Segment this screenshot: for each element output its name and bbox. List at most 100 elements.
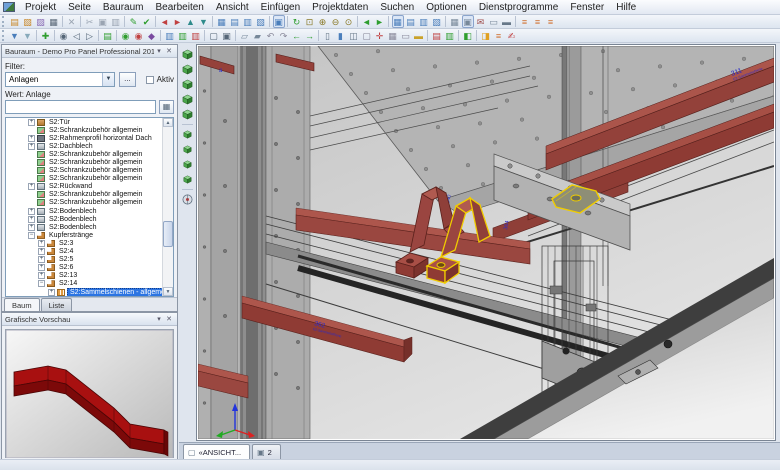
toolbar-layout-b-button[interactable]: ▤ (405, 15, 417, 28)
view-current-button[interactable] (181, 108, 194, 121)
tree-item[interactable]: S2:Schrankzubehör allgemein (6, 150, 162, 158)
toolbar-multi-2-button[interactable]: ▥ (444, 29, 456, 42)
toolbar-delete-page-button[interactable]: ▥ (190, 29, 202, 42)
toolbar-find-button[interactable]: ▢ (208, 29, 220, 42)
tree-item[interactable]: +S2:3 (6, 239, 162, 247)
toolbar-verify-button[interactable]: ✔ (141, 15, 153, 28)
toolbar-handle[interactable] (2, 16, 6, 27)
toolbar-zoom-fit-button[interactable]: ⊙ (343, 15, 355, 28)
toolbar-nav-device-green-button[interactable]: ◉ (120, 29, 132, 42)
toolbar-layout-c-button[interactable]: ▥ (418, 15, 430, 28)
toolbar-window-2-button[interactable]: ▤ (229, 15, 241, 28)
toolbar-layer-1-button[interactable]: ◧ (462, 29, 474, 42)
sheet-tab-2[interactable]: ▣2 (252, 444, 281, 459)
view-rotate-button[interactable] (181, 193, 194, 206)
toolbar-forward-button[interactable]: → (304, 29, 316, 42)
tree-expander[interactable]: + (38, 256, 45, 263)
toolbar-place-1-button[interactable]: ▯ (322, 29, 334, 42)
toolbar-back-button[interactable]: ← (291, 29, 303, 42)
menu-suchen[interactable]: Suchen (374, 1, 420, 14)
scroll-down-arrow[interactable]: ▼ (163, 287, 173, 296)
toolbar-refresh-button[interactable]: ↻ (291, 15, 303, 28)
tree-item[interactable]: +S2:Dachblech (6, 142, 162, 150)
toolbar-place-2-button[interactable]: ▮ (335, 29, 347, 42)
tree-item[interactable]: +S2:4 (6, 248, 162, 256)
toolbar-search-prev-button[interactable]: ◁ (71, 29, 83, 42)
toolbar-graphic-view-button[interactable]: ▣ (273, 15, 285, 28)
view-back-button[interactable] (181, 173, 194, 186)
toolbar-edit-properties-button[interactable]: ✎ (128, 15, 140, 28)
filter-combobox[interactable]: Anlagen ▼ (5, 72, 115, 87)
panel-close-button[interactable]: ✕ (164, 47, 174, 55)
toolbar-undo-button[interactable]: ↶ (265, 29, 277, 42)
toolbar-redo-button[interactable]: ↷ (278, 29, 290, 42)
menu-projekt[interactable]: Projekt (19, 1, 62, 14)
toolbar-filter-edit-button[interactable]: ▼ (22, 29, 34, 42)
tree-expander[interactable]: + (28, 216, 35, 223)
tree-item[interactable]: S2:Schrankzubehör allgemein (6, 158, 162, 166)
toolbar-connection-3-button[interactable]: ≡ (545, 15, 557, 28)
tree-expander[interactable]: + (28, 135, 35, 142)
toolbar-cut-button[interactable]: ✂ (84, 15, 96, 28)
toolbar-search-next-button[interactable]: ▷ (84, 29, 96, 42)
toolbar-goto-counterpart-button[interactable]: ▲ (185, 15, 197, 28)
filter-browse-button[interactable]: ... (119, 72, 136, 87)
tree-expander[interactable]: − (38, 280, 45, 287)
view-side-button[interactable] (181, 143, 194, 156)
wert-list-button[interactable]: ▦ (159, 100, 174, 114)
menu-dienstprogramme[interactable]: Dienstprogramme (473, 1, 564, 14)
toolbar-assign-format-button[interactable]: ▰ (252, 29, 264, 42)
view-top-button[interactable] (181, 158, 194, 171)
toolbar-zoom-out-button[interactable]: ⊖ (330, 15, 342, 28)
menu-fenster[interactable]: Fenster (564, 1, 610, 14)
toolbar-window-4-button[interactable]: ▧ (255, 15, 267, 28)
chevron-down-icon[interactable]: ▼ (102, 73, 114, 86)
toolbar-mail-button[interactable]: ✉ (475, 15, 487, 28)
tree-item[interactable]: +S2:6 (6, 264, 162, 272)
view-iso-ne-button[interactable] (181, 78, 194, 91)
tree-expander[interactable]: + (28, 183, 35, 190)
tree-item[interactable]: +S2:Bodenblech (6, 223, 162, 231)
toolbar-search-button[interactable]: ◉ (58, 29, 70, 42)
toolbar-window-3-button[interactable]: ▥ (242, 15, 254, 28)
toolbar-print-button[interactable]: ▦ (48, 15, 60, 28)
menu-optionen[interactable]: Optionen (420, 1, 473, 14)
menu-seite[interactable]: Seite (62, 1, 97, 14)
toolbar-project-open-button[interactable]: ▧ (22, 15, 34, 28)
tree-item[interactable]: S2:Schrankzubehör allgemein (6, 175, 162, 183)
menu-bauraum[interactable]: Bauraum (97, 1, 150, 14)
toolbar-page-next-button[interactable]: ► (374, 15, 386, 28)
view-iso-nw-button[interactable] (181, 93, 194, 106)
menu-bearbeiten[interactable]: Bearbeiten (150, 1, 210, 14)
menu-hilfe[interactable]: Hilfe (610, 1, 642, 14)
tree-expander[interactable]: + (28, 208, 35, 215)
tree-expander[interactable]: + (48, 289, 55, 296)
toolbar-place-4-button[interactable]: ▢ (361, 29, 373, 42)
panel-collapse-button[interactable]: ▾ (154, 315, 164, 323)
toolbar-multi-1-button[interactable]: ▤ (431, 29, 443, 42)
toolbar-nav-device-red-button[interactable]: ◉ (133, 29, 145, 42)
toolbar-page-prev-button[interactable]: ◄ (361, 15, 373, 28)
toolbar-box-button[interactable]: ▭ (400, 29, 412, 42)
toolbar-project-new-button[interactable]: ▤ (9, 15, 21, 28)
toolbar-coords-button[interactable]: ▦ (387, 29, 399, 42)
tree-expander[interactable]: + (38, 248, 45, 255)
tree-item[interactable]: +S2:Rückwand (6, 183, 162, 191)
toolbar-handle[interactable] (2, 30, 6, 41)
tab-liste[interactable]: Liste (41, 298, 73, 311)
toolbar-goto-prev-button[interactable]: ◄ (159, 15, 171, 28)
toolbar-project-management-button[interactable]: ▨ (35, 15, 47, 28)
toolbar-find-next-button[interactable]: ▣ (221, 29, 233, 42)
toolbar-copy-button[interactable]: ▣ (97, 15, 109, 28)
3d-viewport[interactable]: a 311 E2-Sammelschiene (196, 44, 776, 441)
tree-item-selected[interactable]: +S2:Sammelschienen - allgemein (6, 288, 162, 296)
toolbar-connection-2-button[interactable]: ≡ (532, 15, 544, 28)
toolbar-open-page-button[interactable]: ▥ (177, 29, 189, 42)
toolbar-layer-2-button[interactable]: ◨ (480, 29, 492, 42)
toolbar-connection-1-button[interactable]: ≡ (519, 15, 531, 28)
toolbar-paste-button[interactable]: ▥ (110, 15, 122, 28)
tree-expander[interactable]: + (38, 272, 45, 279)
toolbar-nav-device-purple-button[interactable]: ◆ (146, 29, 158, 42)
toolbar-sync-tree-button[interactable]: ▤ (102, 29, 114, 42)
toolbar-grid-snap-button[interactable]: ▣ (462, 15, 474, 28)
